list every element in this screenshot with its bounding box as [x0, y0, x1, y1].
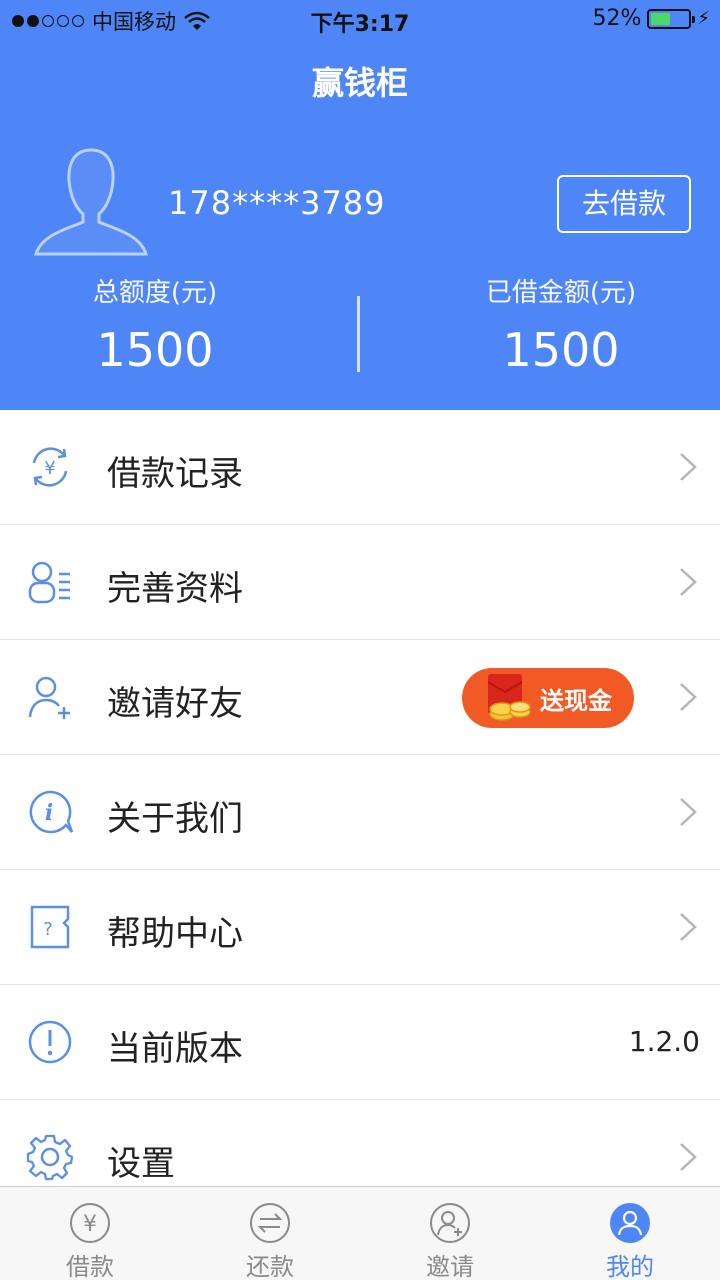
tab-repay[interactable]: 还款: [180, 1187, 360, 1280]
borrowed-label: 已借金额(元): [485, 278, 637, 308]
battery-fill: [651, 12, 671, 25]
tab-mine[interactable]: 我的: [540, 1187, 720, 1280]
exclamation-icon: [28, 1020, 72, 1064]
tab-label: 邀请: [426, 1253, 474, 1280]
add-user-icon: [28, 676, 70, 719]
chevron-right-icon: [680, 913, 697, 941]
menu-item-complete-profile[interactable]: 完善资料: [0, 525, 720, 640]
chevron-right-icon: [680, 568, 697, 596]
red-envelope-coins-icon: [487, 674, 531, 721]
svg-text:¥: ¥: [44, 458, 55, 479]
invite-user-icon: [430, 1203, 470, 1243]
cash-reward-label: 送现金: [540, 686, 612, 715]
menu-item-current-version: 当前版本 1.2.0: [0, 985, 720, 1100]
help-doc-icon: ?: [30, 905, 70, 949]
menu-label: 关于我们: [107, 799, 243, 839]
menu-item-help-center[interactable]: ? 帮助中心: [0, 870, 720, 985]
borrowed-stat: 已借金额(元) 1500: [406, 272, 716, 377]
menu-item-invite-friends[interactable]: 邀请好友 送现金: [0, 640, 720, 755]
menu-label: 完善资料: [107, 569, 243, 609]
yen-icon: ¥: [70, 1203, 110, 1243]
version-number: 1.2.0: [628, 1025, 700, 1058]
borrow-button[interactable]: 去借款: [557, 175, 691, 233]
arrows-swap-icon: [250, 1203, 290, 1243]
tab-label: 还款: [246, 1253, 294, 1280]
menu-label: 邀请好友: [107, 684, 243, 724]
svg-text:?: ?: [43, 919, 53, 940]
borrowed-value: 1500: [502, 323, 620, 377]
charging-bolt-icon: ⚡: [697, 8, 710, 29]
menu-item-loan-records[interactable]: ¥ 借款记录: [0, 410, 720, 525]
tab-label: 借款: [66, 1253, 114, 1280]
tab-invite[interactable]: 邀请: [360, 1187, 540, 1280]
tab-label: 我的: [606, 1253, 654, 1280]
total-credit-label: 总额度(元): [92, 278, 218, 308]
menu-label: 当前版本: [107, 1029, 243, 1069]
gear-icon: [26, 1134, 74, 1181]
stat-divider: [357, 296, 360, 372]
bottom-tab-bar: ¥ 借款 还款 邀请 我的: [0, 1186, 720, 1280]
user-icon: [610, 1203, 650, 1243]
menu-item-about-us[interactable]: i 关于我们: [0, 755, 720, 870]
cash-reward-badge[interactable]: 送现金: [462, 668, 634, 728]
avatar-icon[interactable]: [30, 142, 152, 264]
info-bubble-icon: i: [29, 790, 74, 834]
profile-header: 中国移动 下午3:17 52% ⚡ 赢钱柜 178****3789 去借款 总额…: [0, 0, 720, 410]
menu-label: 设置: [107, 1144, 175, 1184]
user-phone: 178****3789: [168, 184, 386, 222]
status-bar: 中国移动 下午3:17 52% ⚡: [0, 0, 720, 40]
menu-list: ¥ 借款记录 完善资料 邀请好友 送现金 i 关于我们 ? 帮助中心 当前版本 …: [0, 410, 720, 1215]
chevron-right-icon: [680, 1143, 697, 1171]
yen-cycle-icon: ¥: [32, 447, 68, 487]
total-credit-stat: 总额度(元) 1500: [0, 272, 310, 377]
menu-label: 帮助中心: [107, 914, 243, 954]
chevron-right-icon: [680, 453, 697, 481]
tab-borrow[interactable]: ¥ 借款: [0, 1187, 180, 1280]
chevron-right-icon: [680, 798, 697, 826]
chevron-right-icon: [680, 683, 697, 711]
battery-percent: 52%: [592, 6, 642, 31]
battery-icon: [647, 8, 696, 29]
svg-text:¥: ¥: [83, 1212, 97, 1237]
profile-list-icon: [28, 561, 70, 604]
total-credit-value: 1500: [96, 323, 214, 377]
page-title: 赢钱柜: [311, 64, 408, 102]
status-right: 52% ⚡: [592, 6, 710, 31]
svg-text:i: i: [45, 800, 53, 826]
menu-label: 借款记录: [107, 454, 243, 494]
